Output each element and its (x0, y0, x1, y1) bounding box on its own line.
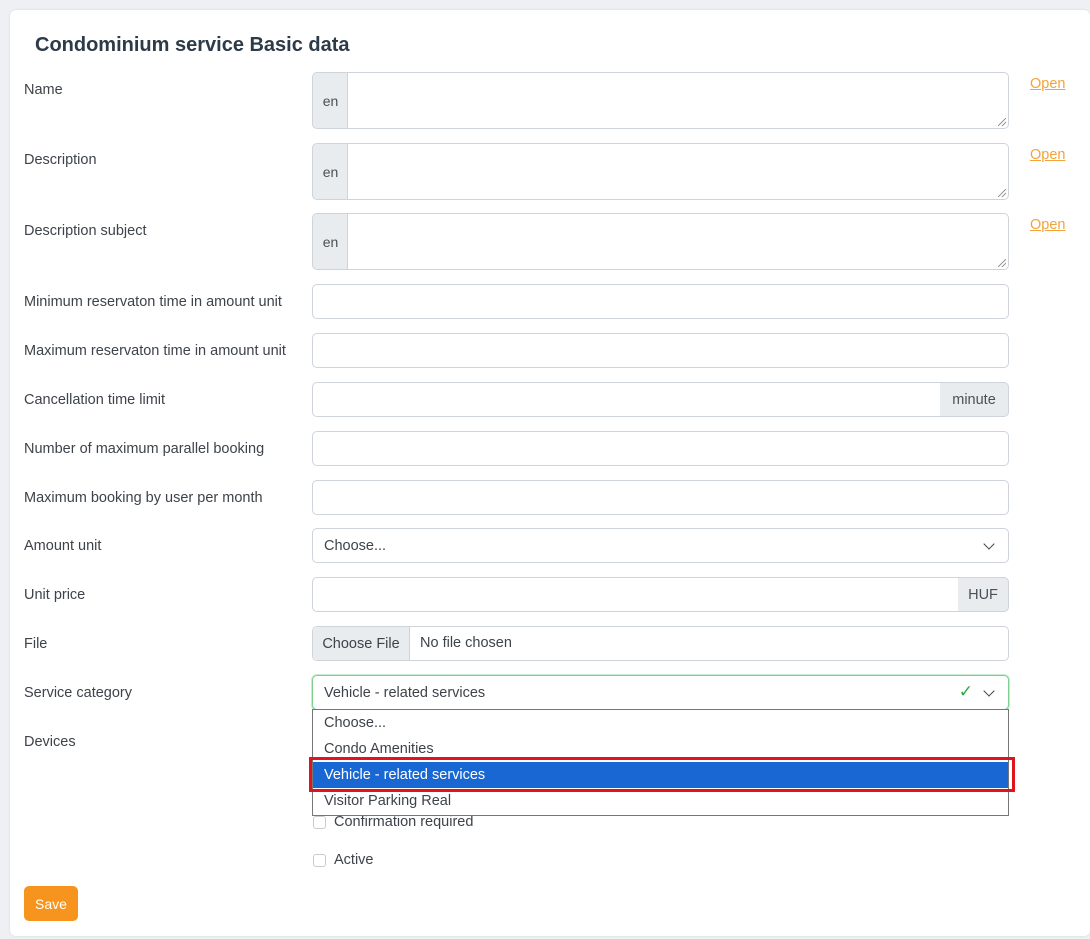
cancellation-input[interactable] (312, 382, 941, 417)
description-field-group: en (312, 143, 1009, 200)
description-subject-lang-prefix: en (312, 213, 348, 270)
description-subject-textarea[interactable] (347, 213, 1009, 270)
parallel-booking-input[interactable] (312, 431, 1009, 466)
file-input[interactable]: Choose File No file chosen (312, 626, 1009, 661)
description-label: Description (24, 152, 97, 168)
check-icon: ✓ (958, 682, 973, 701)
chevron-down-icon (983, 685, 995, 697)
amount-unit-select[interactable]: Choose... (312, 528, 1009, 563)
confirmation-required-checkbox[interactable] (313, 815, 326, 829)
service-category-value: Vehicle - related services (324, 684, 486, 701)
description-subject-field-group: en (312, 213, 1009, 270)
max-reservation-input[interactable] (312, 333, 1009, 368)
name-textarea[interactable] (347, 72, 1009, 129)
cancellation-unit-suffix: minute (940, 382, 1009, 417)
resize-grip-icon[interactable] (998, 189, 1006, 197)
name-label: Name (24, 82, 63, 98)
max-booking-user-input[interactable] (312, 480, 1009, 515)
devices-label: Devices (24, 734, 76, 750)
name-field-group: en (312, 72, 1009, 129)
description-open-link[interactable]: Open (1030, 147, 1065, 163)
choose-file-button[interactable]: Choose File (313, 627, 410, 660)
active-label: Active (334, 852, 374, 868)
selection-highlight-box (309, 757, 1015, 792)
resize-grip-icon[interactable] (998, 118, 1006, 126)
amount-unit-value: Choose... (324, 537, 387, 554)
file-label: File (24, 636, 48, 652)
service-category-label: Service category (24, 685, 132, 701)
unit-price-currency-suffix: HUF (958, 577, 1009, 612)
name-lang-prefix: en (312, 72, 348, 129)
name-open-link[interactable]: Open (1030, 76, 1065, 92)
parallel-booking-label: Number of maximum parallel booking (24, 441, 265, 457)
chevron-down-icon (983, 538, 995, 550)
unit-price-input[interactable] (312, 577, 959, 612)
resize-grip-icon[interactable] (998, 259, 1006, 267)
min-reservation-input[interactable] (312, 284, 1009, 319)
service-category-select[interactable]: Vehicle - related services ✓ (312, 675, 1009, 710)
active-checkbox-row[interactable]: Active (313, 852, 374, 868)
confirmation-required-label: Confirmation required (334, 814, 474, 830)
file-status-text: No file chosen (420, 635, 512, 651)
description-subject-open-link[interactable]: Open (1030, 217, 1065, 233)
active-checkbox[interactable] (313, 853, 326, 867)
max-booking-user-label: Maximum booking by user per month (24, 490, 263, 506)
page-title: Condominium service Basic data (35, 34, 350, 56)
description-subject-label: Description subject (24, 223, 147, 239)
max-reservation-label: Maximum reservaton time in amount unit (24, 343, 286, 359)
unit-price-label: Unit price (24, 587, 86, 603)
description-lang-prefix: en (312, 143, 348, 200)
save-button[interactable]: Save (24, 886, 78, 921)
cancellation-label: Cancellation time limit (24, 392, 166, 408)
amount-unit-label: Amount unit (24, 538, 102, 554)
dropdown-option-choose[interactable]: Choose... (313, 710, 1008, 736)
description-textarea[interactable] (347, 143, 1009, 200)
confirmation-required-checkbox-row[interactable]: Confirmation required (313, 814, 473, 830)
min-reservation-label: Minimum reservaton time in amount unit (24, 294, 282, 310)
